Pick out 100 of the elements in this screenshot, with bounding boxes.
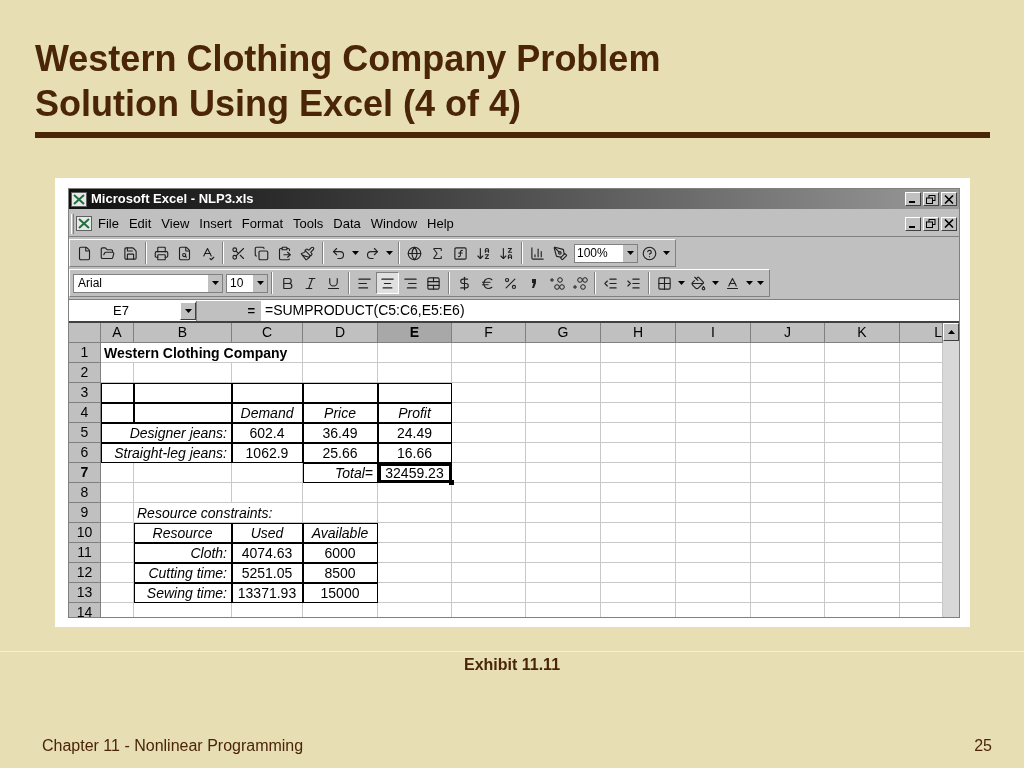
table-cell[interactable] <box>134 403 232 423</box>
row-header[interactable]: 11 <box>69 543 101 563</box>
minimize-button[interactable] <box>905 216 921 231</box>
table-cell[interactable]: 16.66 <box>378 443 452 463</box>
name-box[interactable]: E7 <box>69 300 197 321</box>
table-cell[interactable] <box>101 383 134 403</box>
toolbar-options-icon[interactable] <box>757 281 764 285</box>
scroll-up-button[interactable] <box>943 323 959 341</box>
table-cell[interactable]: 602.4 <box>232 423 303 443</box>
restore-button[interactable] <box>923 216 939 231</box>
table-cell[interactable]: 13371.93 <box>232 583 303 603</box>
page-number: 25 <box>974 736 992 756</box>
table-cell[interactable]: Total= <box>303 463 378 483</box>
table-cell[interactable]: Cutting time: <box>134 563 232 583</box>
restore-icon <box>926 219 936 228</box>
vertical-scrollbar[interactable] <box>943 323 959 617</box>
table-cell[interactable]: 32459.23 <box>378 463 452 483</box>
minimize-icon <box>909 225 915 228</box>
column-header[interactable]: L <box>900 323 943 343</box>
menu-item[interactable]: File <box>94 213 123 234</box>
table-cell[interactable]: 25.66 <box>303 443 378 463</box>
table-cell[interactable]: 36.49 <box>303 423 378 443</box>
row-header[interactable]: 4 <box>69 403 101 423</box>
table-cell[interactable] <box>232 383 303 403</box>
column-header[interactable]: G <box>526 323 601 343</box>
caret-icon[interactable] <box>626 251 634 255</box>
menu-item[interactable]: Format <box>237 213 287 234</box>
row-header[interactable]: 7 <box>69 463 101 483</box>
row-header[interactable]: 9 <box>69 503 101 523</box>
table-cell[interactable]: Sewing time: <box>134 583 232 603</box>
table-cell[interactable]: 15000 <box>303 583 378 603</box>
table-cell[interactable]: Western Clothing Company <box>101 343 303 363</box>
row-header[interactable]: 1 <box>69 343 101 363</box>
table-cell[interactable]: Resource <box>134 523 232 543</box>
table-cell[interactable]: 8500 <box>303 563 378 583</box>
row-header[interactable]: 12 <box>69 563 101 583</box>
close-button[interactable] <box>941 216 957 231</box>
table-cell[interactable]: 1062.9 <box>232 443 303 463</box>
table-cell[interactable]: Cloth: <box>134 543 232 563</box>
caret-icon[interactable] <box>746 281 753 285</box>
table-cell[interactable]: 4074.63 <box>232 543 303 563</box>
column-header[interactable]: H <box>601 323 676 343</box>
menu-item[interactable]: Data <box>329 213 365 234</box>
row-header[interactable]: 3 <box>69 383 101 403</box>
table-cell[interactable]: Demand <box>232 403 303 423</box>
minimize-button[interactable] <box>905 192 921 206</box>
column-header[interactable]: J <box>751 323 825 343</box>
table-cell[interactable]: Price <box>303 403 378 423</box>
column-header[interactable]: C <box>232 323 303 343</box>
formula-field[interactable]: =SUMPRODUCT(C5:C6,E5:E6) <box>265 300 465 321</box>
edit-formula-button[interactable]: = <box>197 300 261 321</box>
align-center-icon[interactable] <box>376 272 399 294</box>
menu-item[interactable]: Tools <box>289 213 328 234</box>
caret-icon[interactable] <box>678 281 685 285</box>
menu-item[interactable]: View <box>157 213 194 234</box>
row-header[interactable]: 13 <box>69 583 101 603</box>
column-header[interactable]: A <box>101 323 134 343</box>
table-cell[interactable]: Profit <box>378 403 452 423</box>
table-cell[interactable]: Designer jeans: <box>101 423 232 443</box>
caret-icon[interactable] <box>256 281 264 285</box>
row-header[interactable]: 6 <box>69 443 101 463</box>
table-cell[interactable] <box>134 383 232 403</box>
caret-icon[interactable] <box>712 281 719 285</box>
restore-button[interactable] <box>923 192 939 206</box>
table-cell[interactable] <box>101 403 134 423</box>
column-header[interactable]: E <box>378 323 452 343</box>
menu-item[interactable]: Help <box>423 213 458 234</box>
table-cell[interactable] <box>303 383 378 403</box>
column-header[interactable]: D <box>303 323 378 343</box>
zoom-dropdown[interactable]: 100% <box>574 243 638 263</box>
table-cell[interactable]: Straight-leg jeans: <box>101 443 232 463</box>
table-cell[interactable]: Resource constraints: <box>134 503 303 523</box>
select-all-button[interactable] <box>69 323 101 343</box>
footer-text: Chapter 11 - Nonlinear Programming <box>42 736 304 756</box>
table-cell[interactable]: Available <box>303 523 378 543</box>
toolbar-options-icon[interactable] <box>663 251 670 255</box>
table-cell[interactable] <box>378 383 452 403</box>
caret-icon[interactable] <box>184 308 192 313</box>
row-header[interactable]: 8 <box>69 483 101 503</box>
row-header[interactable]: 5 <box>69 423 101 443</box>
row-header[interactable]: 14 <box>69 603 101 617</box>
table-cell[interactable]: Used <box>232 523 303 543</box>
column-header[interactable]: I <box>676 323 751 343</box>
table-cell[interactable]: 6000 <box>303 543 378 563</box>
column-header[interactable]: F <box>452 323 526 343</box>
font-size-dropdown[interactable]: 10 <box>226 273 268 293</box>
menu-item[interactable]: Edit <box>124 213 156 234</box>
menu-item[interactable]: Insert <box>195 213 236 234</box>
table-cell[interactable]: 5251.05 <box>232 563 303 583</box>
column-header[interactable]: B <box>134 323 232 343</box>
row-header[interactable]: 10 <box>69 523 101 543</box>
close-button[interactable] <box>941 192 957 206</box>
caret-icon[interactable] <box>386 251 393 255</box>
column-header[interactable]: K <box>825 323 900 343</box>
caret-icon[interactable] <box>352 251 359 255</box>
font-dropdown[interactable]: Arial <box>73 273 223 293</box>
table-cell[interactable]: 24.49 <box>378 423 452 443</box>
row-header[interactable]: 2 <box>69 363 101 383</box>
menu-item[interactable]: Window <box>366 213 422 234</box>
caret-icon[interactable] <box>211 281 219 285</box>
